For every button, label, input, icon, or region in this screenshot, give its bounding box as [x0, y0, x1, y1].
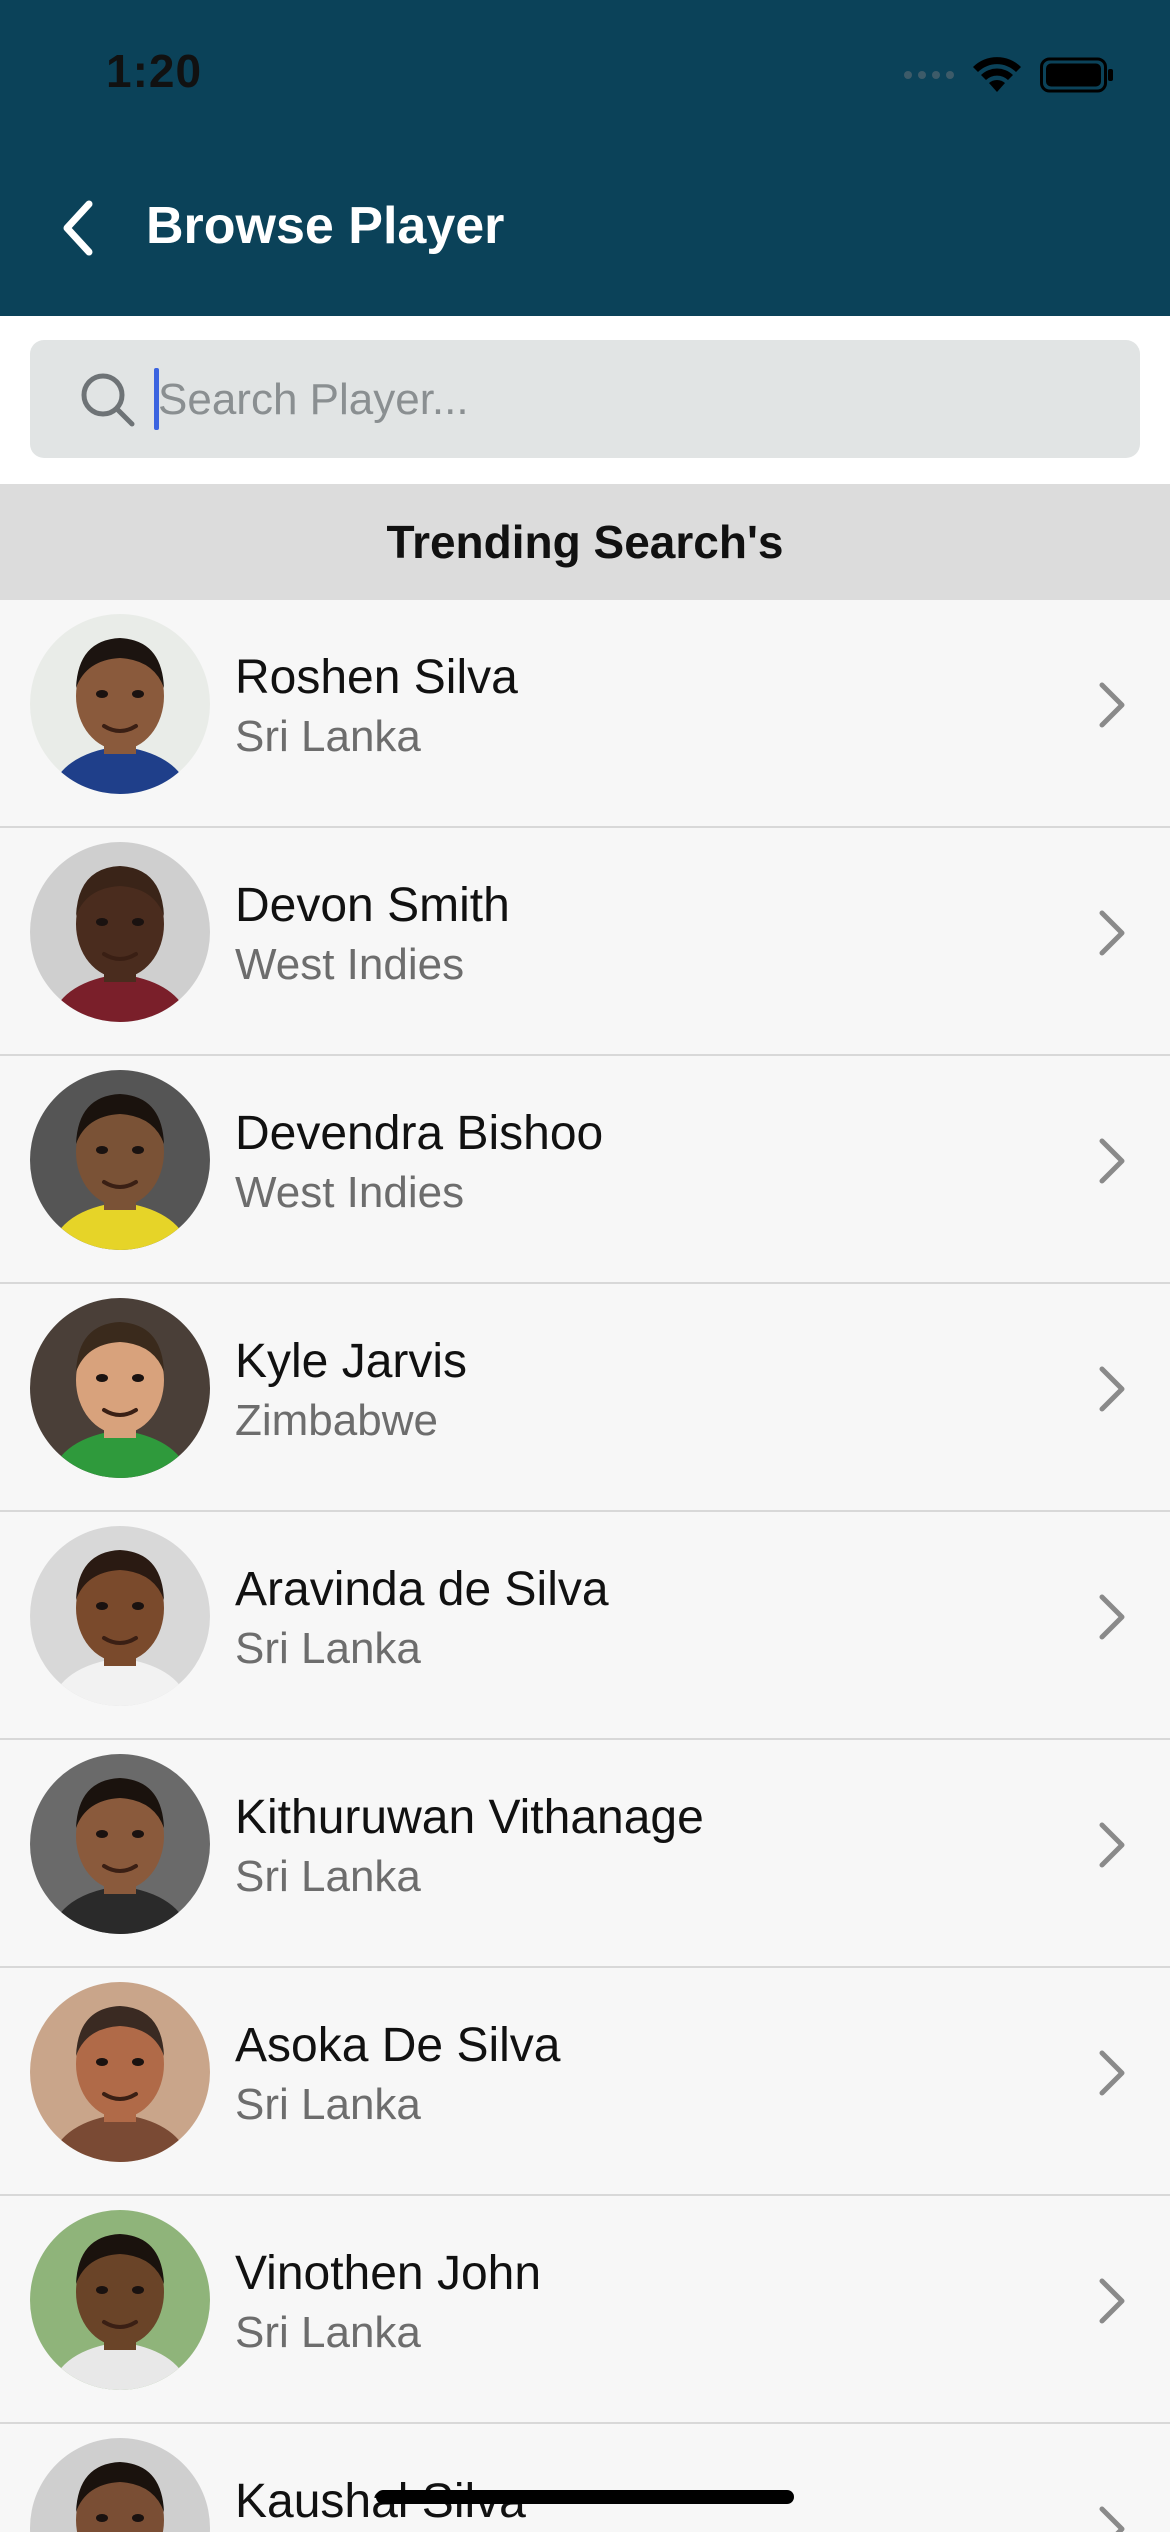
player-name: Asoka De Silva — [235, 2019, 561, 2072]
battery-icon — [1040, 57, 1114, 93]
player-avatar — [30, 1526, 210, 1706]
player-row[interactable]: Devon Smith West Indies — [0, 828, 1170, 1056]
chevron-right-icon — [1099, 910, 1125, 956]
chevron-left-icon — [63, 200, 93, 256]
player-row[interactable]: Aravinda de Silva Sri Lanka — [0, 1512, 1170, 1740]
player-avatar — [30, 614, 210, 794]
search-bar-container — [0, 316, 1170, 484]
cellular-signal-icon — [904, 71, 954, 79]
player-row[interactable]: Kaushal Silva — [0, 2424, 1170, 2532]
status-icons — [904, 56, 1114, 94]
player-row[interactable]: Kyle Jarvis Zimbabwe — [0, 1284, 1170, 1512]
chevron-right-icon — [1099, 2050, 1125, 2096]
player-name: Kithuruwan Vithanage — [235, 1791, 704, 1844]
chevron-right-icon — [1099, 2506, 1125, 2532]
player-row[interactable]: Kithuruwan Vithanage Sri Lanka — [0, 1740, 1170, 1968]
player-avatar — [30, 842, 210, 1022]
player-country: Sri Lanka — [235, 1852, 421, 1901]
home-indicator — [376, 2490, 794, 2504]
player-country: Sri Lanka — [235, 1624, 421, 1673]
page-title: Browse Player — [146, 197, 505, 255]
section-title: Trending Search's — [386, 516, 784, 568]
player-list: Roshen Silva Sri Lanka Devon Smith West Ind… — [0, 600, 1170, 2532]
player-avatar — [30, 1754, 210, 1934]
player-country: Zimbabwe — [235, 1396, 438, 1445]
player-country: West Indies — [235, 940, 465, 989]
player-country: West Indies — [235, 1168, 465, 1217]
search-box[interactable] — [30, 340, 1140, 458]
player-avatar — [30, 1982, 210, 2162]
player-name: Devendra Bishoo — [235, 1107, 604, 1160]
chevron-right-icon — [1099, 1822, 1125, 1868]
player-country: Sri Lanka — [235, 2080, 421, 2129]
chevron-right-icon — [1099, 2278, 1125, 2324]
player-row[interactable]: Devendra Bishoo West Indies — [0, 1056, 1170, 1284]
player-row[interactable]: Vinothen John Sri Lanka — [0, 2196, 1170, 2424]
player-name: Kyle Jarvis — [235, 1335, 468, 1388]
chevron-right-icon — [1099, 1138, 1125, 1184]
player-avatar — [30, 1070, 210, 1250]
player-name: Vinothen John — [235, 2247, 542, 2300]
trending-section-header: Trending Search's — [0, 484, 1170, 600]
chevron-right-icon — [1099, 1594, 1125, 1640]
player-country: Sri Lanka — [235, 712, 421, 761]
player-row[interactable]: Asoka De Silva Sri Lanka — [0, 1968, 1170, 2196]
player-row[interactable]: Roshen Silva Sri Lanka — [0, 600, 1170, 828]
chevron-right-icon — [1099, 1366, 1125, 1412]
player-avatar — [30, 2210, 210, 2390]
player-name: Devon Smith — [235, 879, 510, 932]
chevron-right-icon — [1099, 682, 1125, 728]
search-icon — [81, 373, 135, 427]
status-time: 1:20 — [106, 45, 203, 97]
player-name: Roshen Silva — [235, 651, 518, 704]
browse-player-screen: 1:20 Browse Player Search Player... Tren… — [0, 0, 1170, 2532]
player-name: Aravinda de Silva — [235, 1563, 609, 1616]
search-input[interactable] — [156, 358, 1120, 442]
nav-header: 1:20 Browse Player — [0, 0, 1170, 316]
wifi-icon — [972, 56, 1022, 94]
player-avatar — [30, 1298, 210, 1478]
player-country: Sri Lanka — [235, 2308, 421, 2357]
player-avatar — [30, 2438, 210, 2532]
back-button[interactable] — [50, 196, 106, 260]
text-cursor — [154, 368, 159, 430]
